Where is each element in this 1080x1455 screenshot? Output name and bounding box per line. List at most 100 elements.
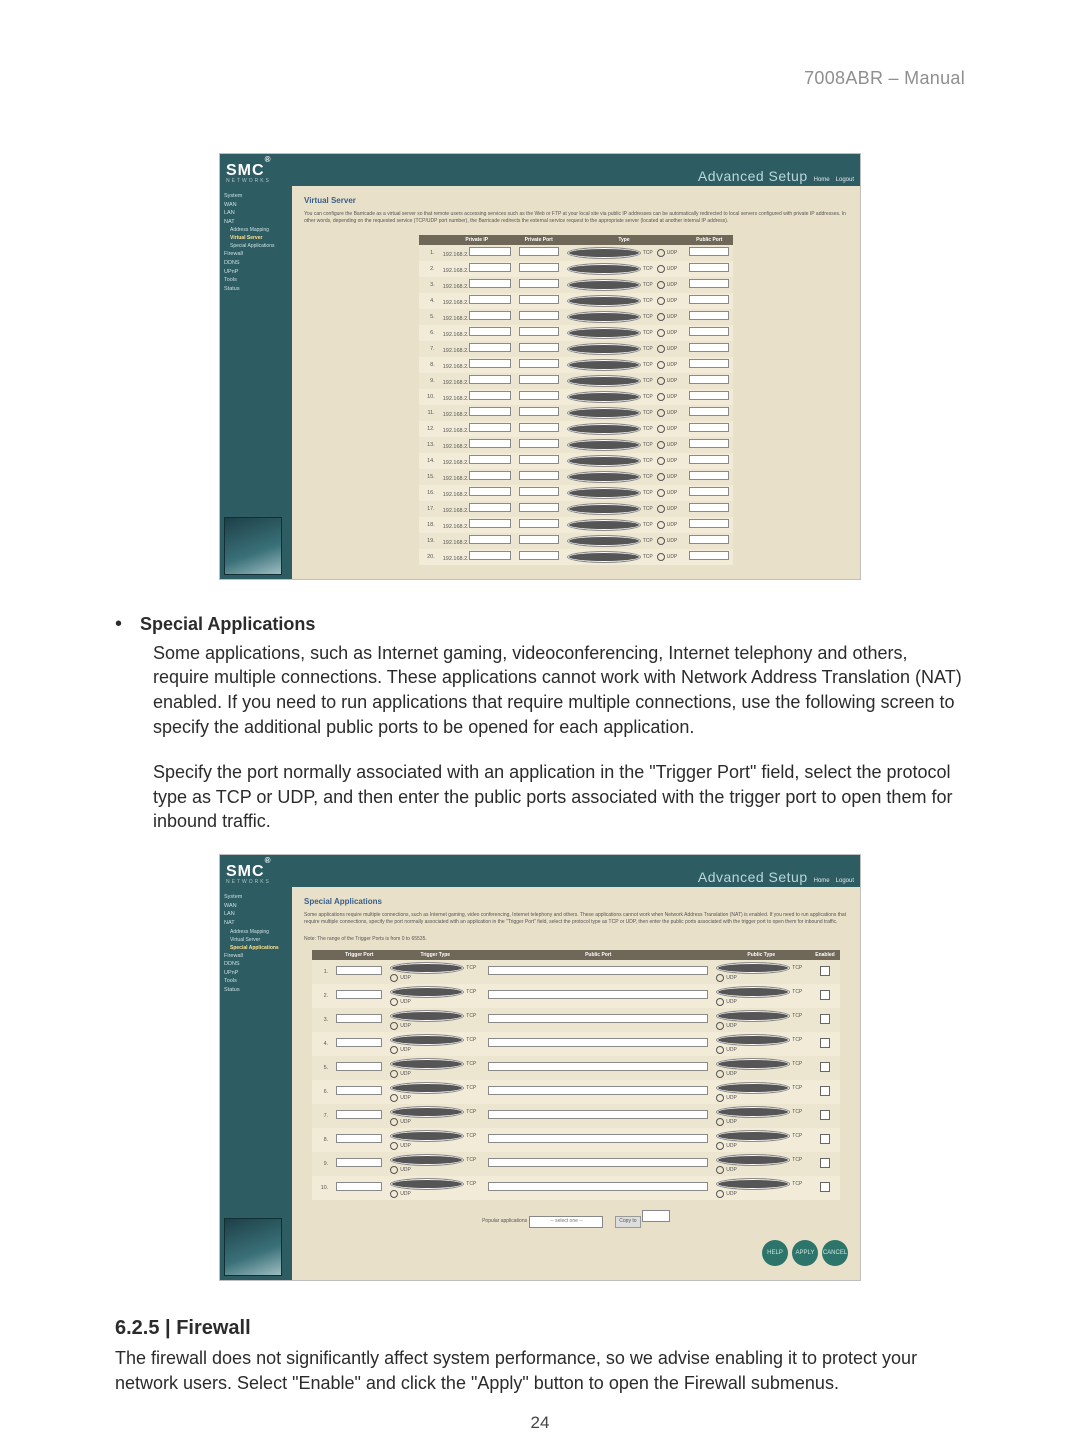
public-port-input[interactable] (689, 487, 729, 496)
public-port-input[interactable] (689, 519, 729, 528)
sidebar-item[interactable]: Firewall (224, 251, 288, 258)
radio-udp[interactable] (390, 1118, 398, 1126)
private-port-input[interactable] (519, 327, 559, 336)
radio-tcp[interactable] (716, 1058, 790, 1070)
sidebar-item[interactable]: System (224, 193, 288, 200)
public-port-input[interactable] (689, 423, 729, 432)
radio-tcp[interactable] (716, 962, 790, 974)
sidebar-item[interactable]: UPnP (224, 970, 288, 977)
radio-tcp[interactable] (716, 1154, 790, 1166)
public-port-input[interactable] (689, 311, 729, 320)
sidebar-item[interactable]: Special Applications (230, 945, 288, 951)
public-port-input[interactable] (689, 455, 729, 464)
radio-udp[interactable] (657, 425, 665, 433)
enabled-checkbox[interactable] (820, 1134, 830, 1144)
trigger-port-input[interactable] (336, 1110, 382, 1119)
private-port-input[interactable] (519, 423, 559, 432)
radio-udp[interactable] (716, 1022, 724, 1030)
private-ip-input[interactable] (469, 439, 511, 448)
public-port-input[interactable] (488, 1110, 708, 1119)
public-port-input[interactable] (488, 966, 708, 975)
private-ip-input[interactable] (469, 311, 511, 320)
public-port-input[interactable] (689, 295, 729, 304)
radio-tcp[interactable] (567, 407, 641, 419)
public-port-input[interactable] (689, 247, 729, 256)
trigger-port-input[interactable] (336, 1182, 382, 1191)
radio-tcp[interactable] (390, 986, 464, 998)
radio-udp[interactable] (390, 1142, 398, 1150)
radio-tcp[interactable] (567, 279, 641, 291)
radio-udp[interactable] (657, 505, 665, 513)
radio-tcp[interactable] (567, 327, 641, 339)
private-port-input[interactable] (519, 439, 559, 448)
public-port-input[interactable] (488, 1182, 708, 1191)
private-ip-input[interactable] (469, 247, 511, 256)
public-port-input[interactable] (488, 990, 708, 999)
radio-tcp[interactable] (567, 503, 641, 515)
private-port-input[interactable] (519, 263, 559, 272)
private-port-input[interactable] (519, 295, 559, 304)
enabled-checkbox[interactable] (820, 966, 830, 976)
radio-udp[interactable] (716, 1190, 724, 1198)
private-ip-input[interactable] (469, 343, 511, 352)
radio-udp[interactable] (390, 1190, 398, 1198)
cancel-button[interactable]: CANCEL (822, 1240, 848, 1266)
radio-udp[interactable] (657, 377, 665, 385)
private-ip-input[interactable] (469, 535, 511, 544)
radio-udp[interactable] (716, 1142, 724, 1150)
radio-udp[interactable] (390, 974, 398, 982)
enabled-checkbox[interactable] (820, 990, 830, 1000)
radio-tcp[interactable] (390, 1106, 464, 1118)
radio-udp[interactable] (716, 1094, 724, 1102)
enabled-checkbox[interactable] (820, 1182, 830, 1192)
private-port-input[interactable] (519, 503, 559, 512)
radio-udp[interactable] (657, 393, 665, 401)
sidebar-item[interactable]: Address Mapping (230, 929, 288, 935)
public-port-input[interactable] (488, 1158, 708, 1167)
private-ip-input[interactable] (469, 263, 511, 272)
radio-tcp[interactable] (390, 1034, 464, 1046)
radio-udp[interactable] (716, 998, 724, 1006)
radio-udp[interactable] (657, 441, 665, 449)
private-port-input[interactable] (519, 391, 559, 400)
private-ip-input[interactable] (469, 487, 511, 496)
sidebar-item[interactable]: Firewall (224, 953, 288, 960)
radio-udp[interactable] (716, 1166, 724, 1174)
public-port-input[interactable] (488, 1062, 708, 1071)
radio-tcp[interactable] (567, 359, 641, 371)
private-port-input[interactable] (519, 407, 559, 416)
radio-tcp[interactable] (716, 1034, 790, 1046)
trigger-port-input[interactable] (336, 1014, 382, 1023)
help-button[interactable]: HELP (762, 1240, 788, 1266)
private-port-input[interactable] (519, 471, 559, 480)
public-port-input[interactable] (488, 1134, 708, 1143)
private-port-input[interactable] (519, 279, 559, 288)
sidebar-item[interactable]: WAN (224, 903, 288, 910)
sidebar-item[interactable]: NAT (224, 219, 288, 226)
radio-tcp[interactable] (567, 263, 641, 275)
radio-udp[interactable] (657, 329, 665, 337)
radio-tcp[interactable] (567, 551, 641, 563)
public-port-input[interactable] (689, 407, 729, 416)
sidebar-item[interactable]: UPnP (224, 269, 288, 276)
top-link-logout[interactable]: Logout (836, 177, 854, 183)
sidebar-item[interactable]: LAN (224, 210, 288, 217)
sidebar-item[interactable]: System (224, 894, 288, 901)
radio-tcp[interactable] (567, 391, 641, 403)
private-port-input[interactable] (519, 343, 559, 352)
radio-tcp[interactable] (567, 455, 641, 467)
top-link-home[interactable]: Home (814, 878, 830, 884)
trigger-port-input[interactable] (336, 1086, 382, 1095)
public-port-input[interactable] (689, 327, 729, 336)
radio-udp[interactable] (657, 265, 665, 273)
public-port-input[interactable] (488, 1086, 708, 1095)
private-ip-input[interactable] (469, 423, 511, 432)
private-ip-input[interactable] (469, 503, 511, 512)
radio-udp[interactable] (390, 1046, 398, 1054)
radio-udp[interactable] (390, 1070, 398, 1078)
enabled-checkbox[interactable] (820, 1158, 830, 1168)
trigger-port-input[interactable] (336, 1158, 382, 1167)
public-port-input[interactable] (689, 279, 729, 288)
top-link-logout[interactable]: Logout (836, 878, 854, 884)
radio-tcp[interactable] (390, 1130, 464, 1142)
